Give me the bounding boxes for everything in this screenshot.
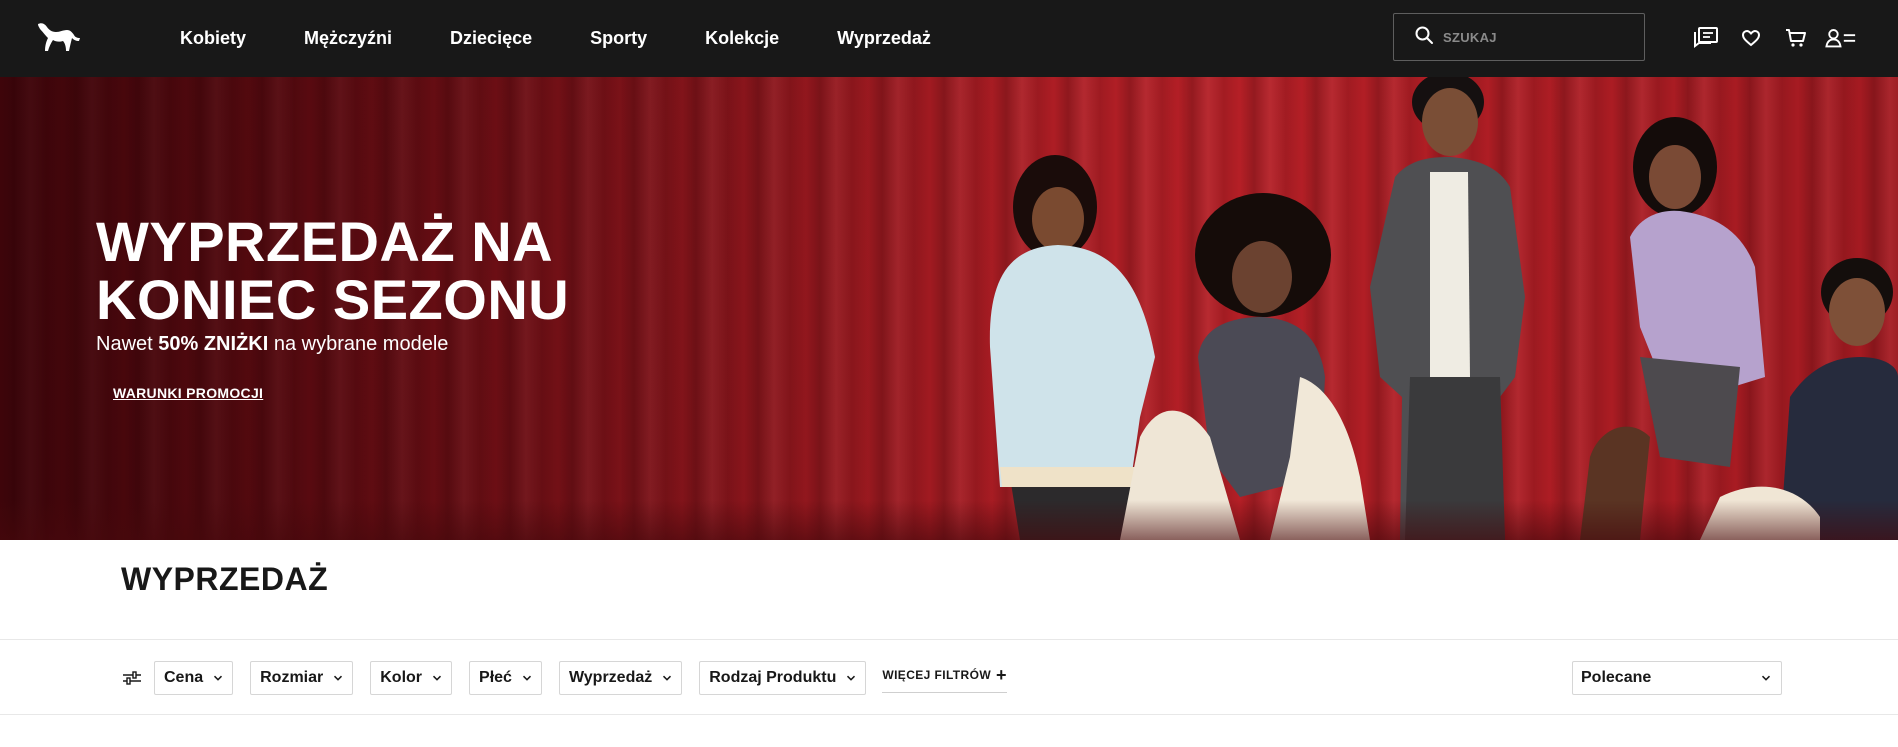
hero-floor-shadow <box>0 500 1898 540</box>
chevron-down-icon <box>522 675 531 681</box>
model-figure-3 <box>1370 77 1525 540</box>
hero-subtitle-prefix: Nawet <box>96 333 159 355</box>
nav-item-wyprzedaz[interactable]: Wyprzedaż <box>837 28 931 49</box>
account-icon[interactable] <box>1825 22 1857 54</box>
filter-size-label: Rozmiar <box>260 669 324 686</box>
chevron-down-icon <box>1761 675 1771 681</box>
filter-bar: Cena Rozmiar Kolor Płeć Wyprzedaż Rodzaj… <box>121 661 1007 695</box>
nav-item-sporty[interactable]: Sporty <box>590 28 647 49</box>
plus-icon: + <box>996 664 1007 685</box>
filter-price-label: Cena <box>164 669 204 686</box>
chevron-down-icon <box>214 675 223 681</box>
hero-title: WYPRZEDAŻ NA KONIEC SEZONU <box>96 210 570 331</box>
nav-item-kolekcje[interactable]: Kolekcje <box>705 28 779 49</box>
sort-select[interactable]: Polecane <box>1572 661 1782 695</box>
filter-sliders-icon[interactable] <box>121 667 143 689</box>
hero-banner[interactable]: WYPRZEDAŻ NA KONIEC SEZONU Nawet 50% ZNI… <box>0 77 1898 540</box>
page-title: WYPRZEDAŻ <box>121 561 329 597</box>
search-box[interactable] <box>1393 13 1645 61</box>
model-figure-1 <box>989 155 1155 540</box>
more-filters-button[interactable]: WIĘCEJ FILTRÓW + <box>882 663 1007 693</box>
heart-icon[interactable] <box>1735 22 1767 54</box>
hero-subtitle-discount: 50% ZNIŻKI <box>158 333 269 355</box>
filter-sale[interactable]: Wyprzedaż <box>558 661 683 695</box>
filter-product-type-label: Rodzaj Produktu <box>709 669 837 686</box>
filter-size[interactable]: Rozmiar <box>250 661 354 695</box>
filter-color[interactable]: Kolor <box>370 661 453 695</box>
promo-terms-link[interactable]: WARUNKI PROMOCJI <box>113 385 263 401</box>
hero-subtitle-suffix: na wybrane modele <box>268 333 449 355</box>
filter-price[interactable]: Cena <box>154 661 234 695</box>
chevron-down-icon <box>663 675 672 681</box>
chevron-down-icon <box>433 675 442 681</box>
section-divider <box>0 639 1898 640</box>
filter-gender-label: Płeć <box>479 669 512 686</box>
hero-models-image <box>989 77 1898 540</box>
chevron-down-icon <box>847 675 856 681</box>
filter-product-type[interactable]: Rodzaj Produktu <box>699 661 867 695</box>
model-figure-4 <box>1580 117 1765 540</box>
nav-item-mezczyzni[interactable]: Mężczyźni <box>304 28 392 49</box>
nav-item-dzieciece[interactable]: Dziecięce <box>450 28 532 49</box>
puma-logo-icon[interactable] <box>36 18 82 56</box>
section-divider <box>0 714 1898 715</box>
chat-icon[interactable] <box>1690 22 1722 54</box>
cart-icon[interactable] <box>1780 22 1812 54</box>
filter-sale-label: Wyprzedaż <box>568 669 653 686</box>
search-input[interactable] <box>1443 29 1633 45</box>
more-filters-label: WIĘCEJ FILTRÓW <box>882 667 992 682</box>
filter-color-label: Kolor <box>380 669 423 686</box>
nav-item-kobiety[interactable]: Kobiety <box>180 28 246 49</box>
filter-gender[interactable]: Płeć <box>469 661 542 695</box>
model-figure-2 <box>1120 193 1370 540</box>
header-actions <box>1690 22 1857 54</box>
main-nav: Kobiety Mężczyźni Dziecięce Sporty Kolek… <box>180 0 931 77</box>
top-navigation-bar: Kobiety Mężczyźni Dziecięce Sporty Kolek… <box>0 0 1898 77</box>
sort-selected-value: Polecane <box>1581 669 1652 686</box>
search-icon <box>1414 25 1434 50</box>
hero-subtitle: Nawet 50% ZNIŻKI na wybrane modele <box>96 333 448 356</box>
chevron-down-icon <box>334 675 343 681</box>
